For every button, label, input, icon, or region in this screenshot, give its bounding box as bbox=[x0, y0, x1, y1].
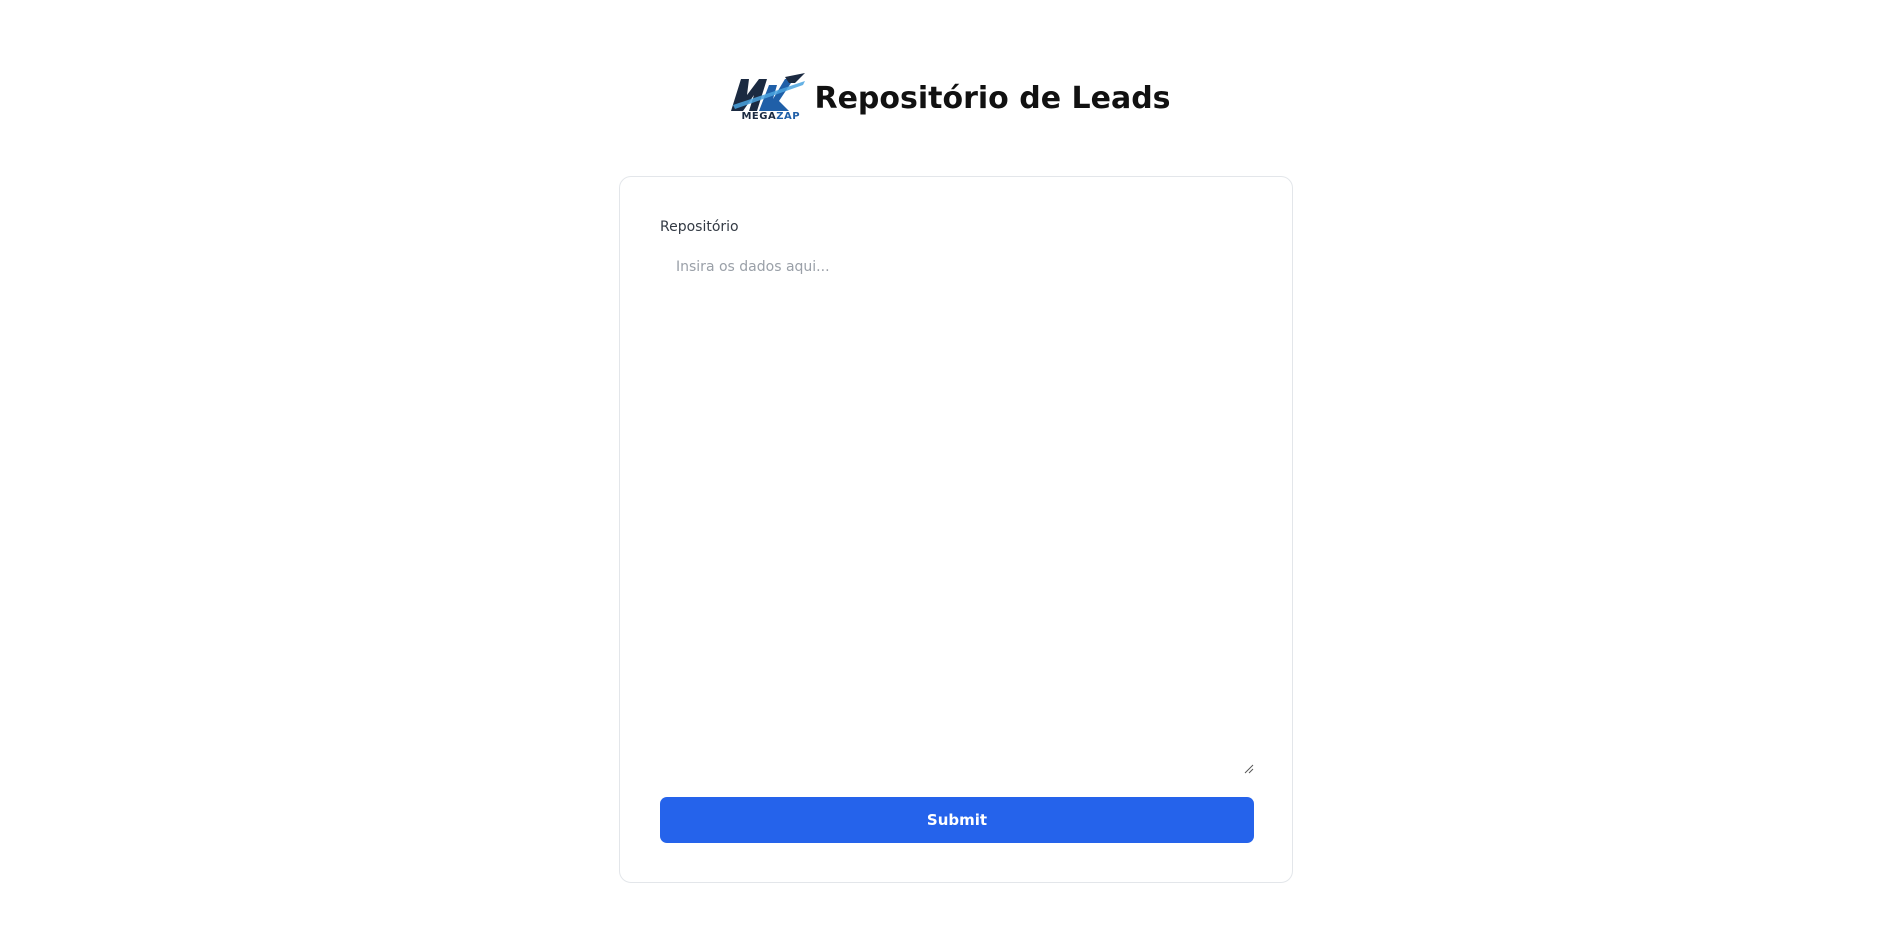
resize-handle-icon[interactable] bbox=[1244, 761, 1254, 774]
megazap-logo-icon: MEGAZAP bbox=[729, 71, 806, 125]
page: MEGAZAP Repositório de Leads Repositório… bbox=[0, 0, 1900, 940]
page-title: Repositório de Leads bbox=[814, 80, 1171, 116]
repository-label: Repositório bbox=[660, 219, 739, 235]
logo-wordmark: MEGAZAP bbox=[741, 111, 800, 122]
logo-text-primary: MEGA bbox=[741, 111, 777, 122]
page-header: MEGAZAP Repositório de Leads bbox=[0, 70, 1900, 126]
submit-button[interactable]: Submit bbox=[660, 797, 1254, 843]
repository-textarea[interactable] bbox=[660, 249, 1254, 773]
lead-form-card: Repositório Submit bbox=[619, 176, 1293, 883]
logo-text-accent: ZAP bbox=[776, 111, 801, 122]
